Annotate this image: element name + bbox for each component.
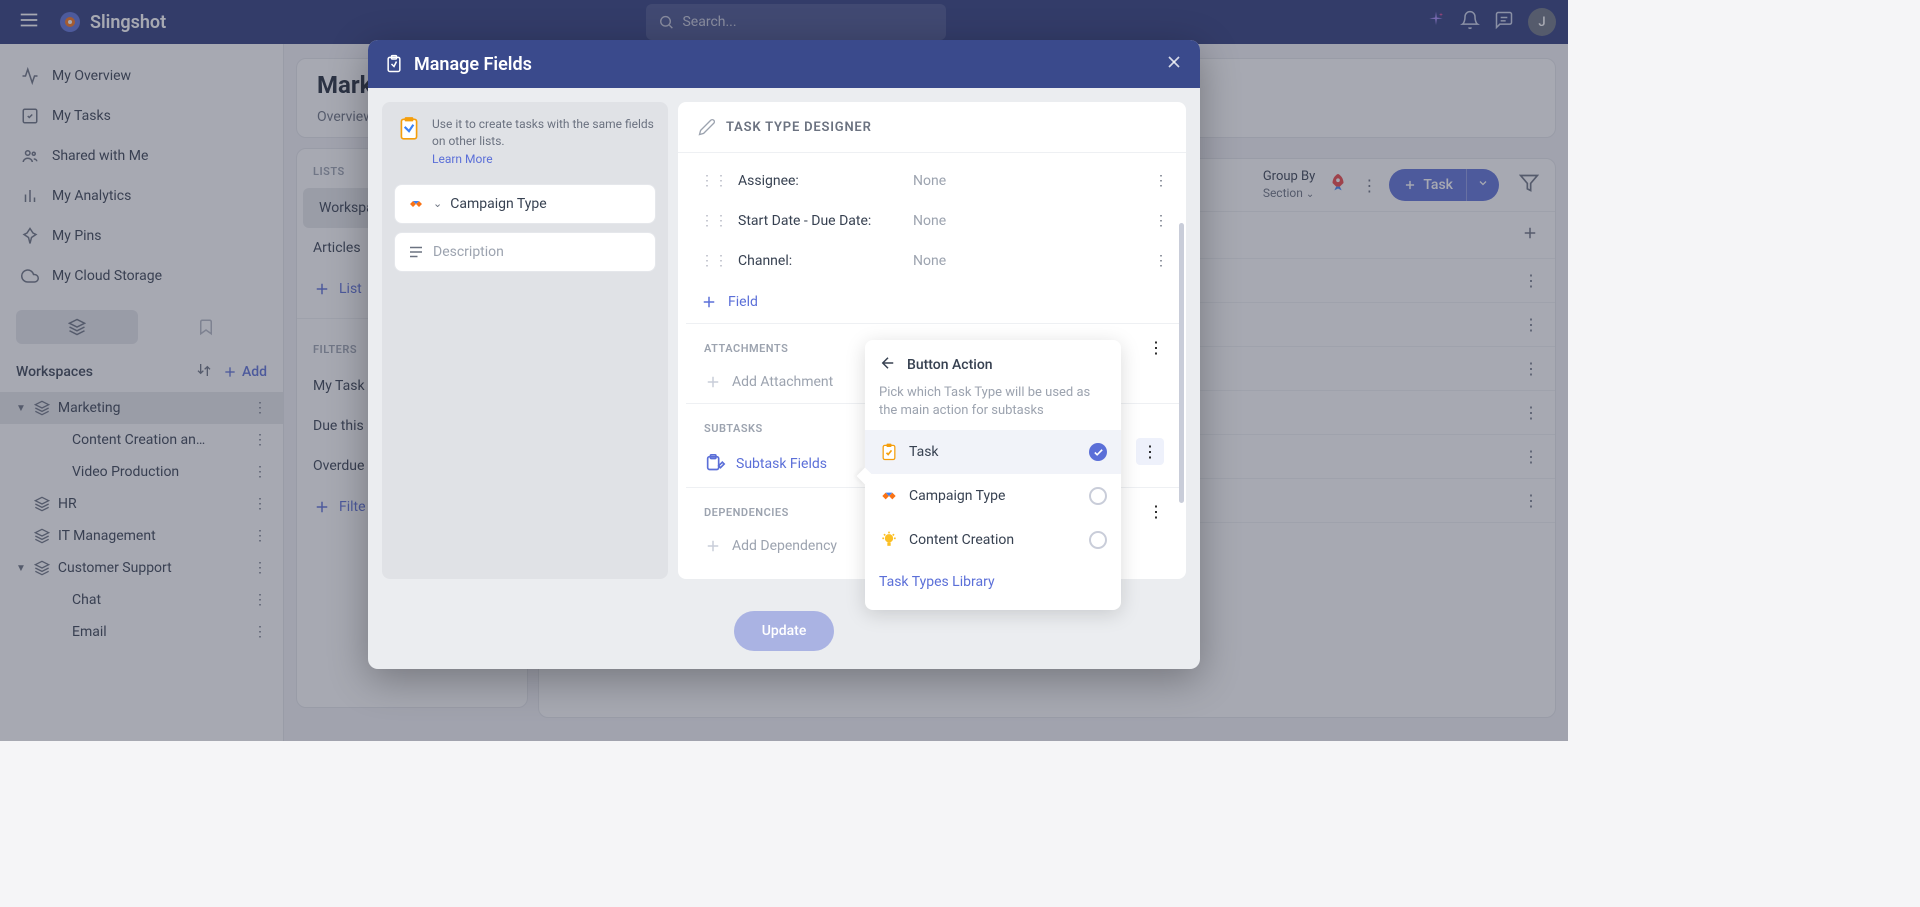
learn-more-link[interactable]: Learn More	[432, 152, 654, 166]
popover-item-content[interactable]: Content Creation	[865, 518, 1121, 562]
back-icon[interactable]	[879, 354, 897, 376]
handshake-icon	[407, 195, 425, 213]
more-icon[interactable]: ⋮	[1148, 502, 1164, 521]
popover-desc: Pick which Task Type will be used as the…	[865, 384, 1121, 430]
plus-icon	[704, 537, 722, 555]
plus-icon	[700, 293, 718, 311]
radio-unchecked-icon	[1089, 531, 1107, 549]
close-icon[interactable]	[1164, 52, 1184, 76]
more-icon[interactable]: ⋮	[1154, 173, 1168, 189]
pencil-icon	[698, 118, 716, 136]
more-icon[interactable]: ⋮	[1154, 253, 1168, 269]
popover-item-task[interactable]: Task	[865, 430, 1121, 474]
add-field-button[interactable]: Field	[686, 281, 1182, 323]
button-action-popover: Button Action Pick which Task Type will …	[865, 340, 1121, 610]
drag-handle-icon[interactable]: ⋮⋮	[700, 213, 728, 229]
task-types-library-link[interactable]: Task Types Library	[865, 562, 1121, 602]
clipboard-icon	[384, 54, 404, 74]
text-icon	[407, 243, 425, 261]
more-icon[interactable]: ⋮	[1136, 438, 1164, 465]
update-button[interactable]: Update	[734, 611, 835, 651]
more-icon[interactable]: ⋮	[1148, 338, 1164, 357]
drag-handle-icon[interactable]: ⋮⋮	[700, 253, 728, 269]
info-text: Use it to create tasks with the same fie…	[432, 116, 654, 150]
clipboard-icon	[879, 442, 899, 462]
drag-handle-icon[interactable]: ⋮⋮	[700, 173, 728, 189]
modal-left-panel: Use it to create tasks with the same fie…	[382, 102, 668, 579]
popover-title: Button Action	[907, 357, 993, 373]
clipboard-edit-icon	[704, 453, 726, 475]
chevron-down-icon: ⌄	[433, 197, 442, 210]
scrollbar[interactable]	[1179, 193, 1184, 579]
lightbulb-icon	[879, 530, 899, 550]
campaign-type-card[interactable]: ⌄ Campaign Type	[394, 184, 656, 224]
description-field[interactable]: Description	[394, 232, 656, 272]
more-icon[interactable]: ⋮	[1154, 213, 1168, 229]
field-row-channel[interactable]: ⋮⋮ Channel: None ⋮	[686, 241, 1182, 281]
radio-unchecked-icon	[1089, 487, 1107, 505]
field-row-dates[interactable]: ⋮⋮ Start Date - Due Date: None ⋮	[686, 201, 1182, 241]
check-icon	[1089, 443, 1107, 461]
designer-title: TASK TYPE DESIGNER	[726, 120, 872, 135]
handshake-icon	[879, 486, 899, 506]
plus-icon	[704, 373, 722, 391]
field-row-assignee[interactable]: ⋮⋮ Assignee: None ⋮	[686, 161, 1182, 201]
clipboard-template-icon	[396, 116, 422, 142]
modal-title: Manage Fields	[414, 54, 1154, 75]
popover-item-campaign[interactable]: Campaign Type	[865, 474, 1121, 518]
